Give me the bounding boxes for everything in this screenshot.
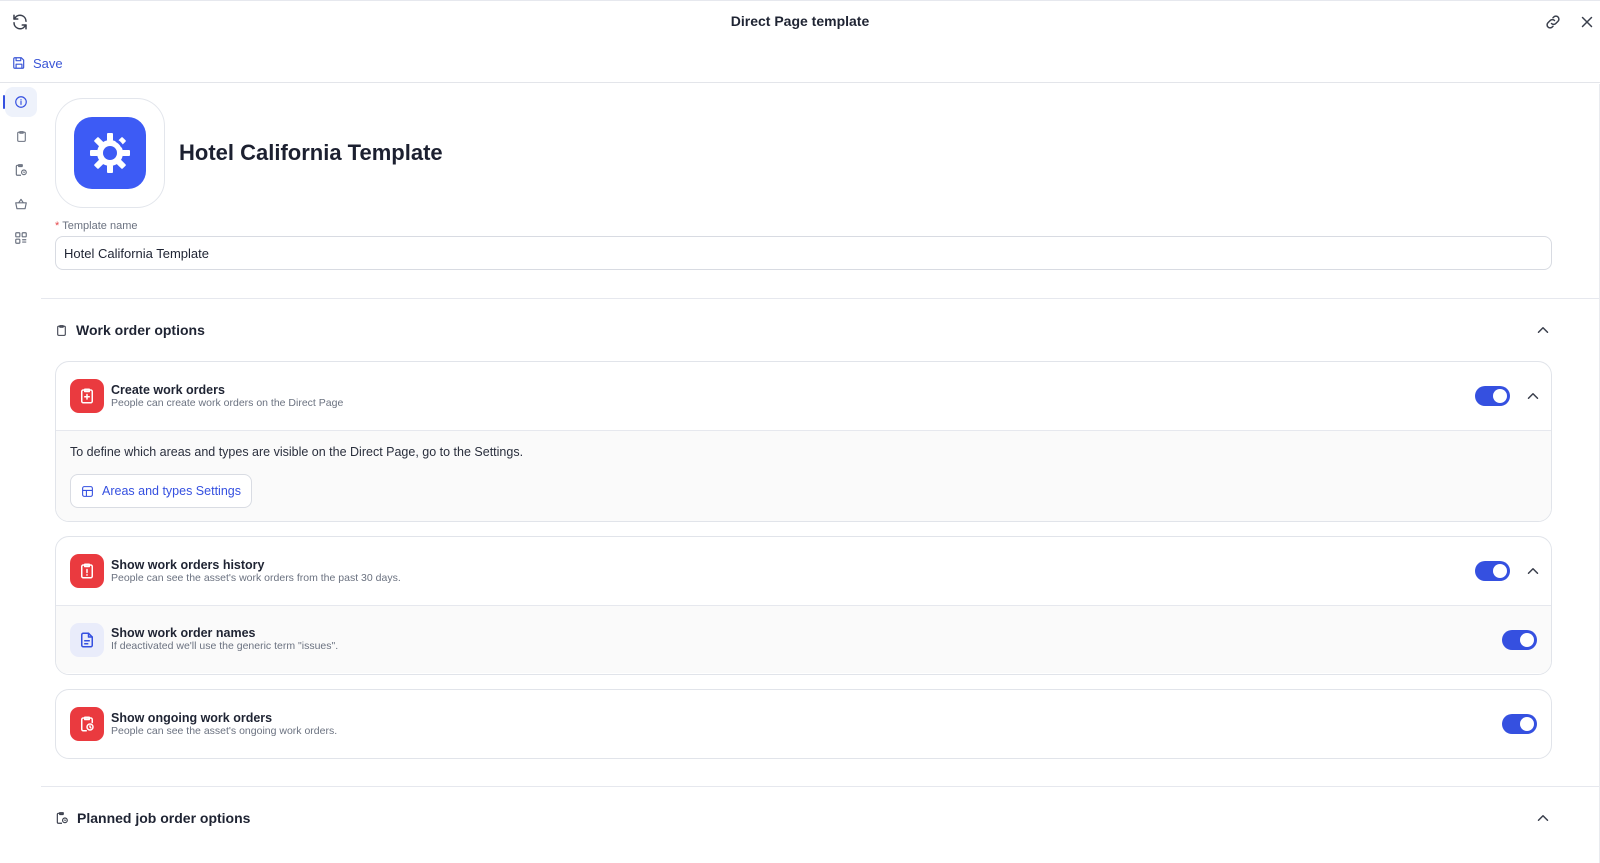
areas-types-settings-label: Areas and types Settings (102, 484, 241, 498)
section-title: Planned job order options (77, 810, 251, 826)
nav-item-work-orders[interactable] (5, 121, 37, 151)
work-order-names-title: Show work order names (111, 626, 256, 640)
side-navigation (0, 83, 40, 863)
ongoing-work-orders-card: Show ongoing work orders People can see … (55, 689, 1552, 759)
link-icon[interactable] (1544, 13, 1562, 31)
section-title: Work order options (76, 322, 205, 338)
save-icon (13, 57, 25, 69)
create-work-orders-details: To define which areas and types are visi… (56, 430, 1551, 521)
create-work-orders-row: Create work orders People can create wor… (56, 362, 1551, 430)
clipboard-alert-icon (70, 554, 104, 588)
nav-item-basket[interactable] (5, 189, 37, 219)
page-title: Hotel California Template (179, 140, 443, 165)
chevron-up-icon[interactable] (1534, 809, 1552, 827)
work-orders-history-row: Show work orders history People can see … (56, 537, 1551, 605)
clipboard-icon (16, 130, 26, 142)
ongoing-work-orders-title: Show ongoing work orders (111, 710, 273, 725)
work-orders-history-title: Show work orders history (111, 557, 265, 572)
document-icon (70, 622, 104, 657)
work-orders-history-toggle[interactable] (1475, 561, 1510, 581)
clipboard-icon (57, 324, 66, 336)
ongoing-work-orders-subtitle: People can see the asset's ongoing work … (111, 724, 338, 737)
divider (41, 298, 1599, 299)
template-header: Hotel California Template (55, 98, 443, 208)
nav-item-apps[interactable] (5, 223, 37, 253)
window-header: Direct Page template (0, 0, 1600, 42)
nav-item-info[interactable] (3, 87, 37, 117)
work-order-names-row: Show work order names If deactivated we'… (56, 605, 1551, 673)
app-icon-frame (55, 98, 165, 208)
settings-panel-icon (82, 485, 93, 497)
create-work-orders-subtitle: People can create work orders on the Dir… (111, 396, 344, 409)
gear-icon (74, 117, 146, 189)
nav-item-planned-jobs[interactable] (5, 155, 37, 185)
save-label: Save (33, 55, 63, 71)
window-title: Direct Page template (730, 13, 870, 29)
clipboard-clock-icon (56, 812, 68, 824)
create-work-orders-card: Create work orders People can create wor… (55, 361, 1552, 522)
template-name-label: * Template name (55, 220, 138, 232)
info-icon (15, 96, 27, 108)
work-orders-history-subtitle: People can see the asset's work orders f… (111, 571, 401, 584)
divider (41, 786, 1599, 787)
apps-icon (15, 232, 27, 244)
save-button[interactable]: Save (12, 53, 63, 73)
template-name-input[interactable] (55, 236, 1552, 270)
section-planned-job-order-options[interactable]: Planned job order options (55, 807, 1552, 829)
work-order-names-subtitle: If deactivated we'll use the generic ter… (111, 640, 339, 652)
chevron-up-icon[interactable] (1524, 562, 1542, 580)
work-order-names-toggle[interactable] (1502, 630, 1537, 650)
clipboard-clock-icon (70, 707, 104, 741)
chevron-up-icon[interactable] (1534, 321, 1552, 339)
template-name-label-text: Template name (62, 220, 138, 232)
create-work-orders-title: Create work orders (111, 382, 225, 397)
chevron-up-icon[interactable] (1524, 387, 1542, 405)
section-work-order-options[interactable]: Work order options (55, 319, 1552, 341)
create-work-orders-toggle[interactable] (1475, 386, 1510, 406)
basket-icon (15, 198, 27, 210)
required-marker: * (55, 220, 60, 232)
main-content: Hotel California Template * Template name… (41, 84, 1600, 863)
areas-types-settings-button[interactable]: Areas and types Settings (70, 474, 252, 508)
work-orders-history-card: Show work orders history People can see … (55, 536, 1552, 675)
clipboard-plus-icon (70, 379, 104, 413)
settings-hint-text: To define which areas and types are visi… (70, 445, 524, 459)
ongoing-work-orders-row: Show ongoing work orders People can see … (56, 690, 1551, 758)
action-bar: Save (0, 42, 1600, 83)
clipboard-clock-icon (15, 164, 27, 176)
close-icon[interactable] (1578, 13, 1596, 31)
ongoing-work-orders-toggle[interactable] (1502, 714, 1537, 734)
